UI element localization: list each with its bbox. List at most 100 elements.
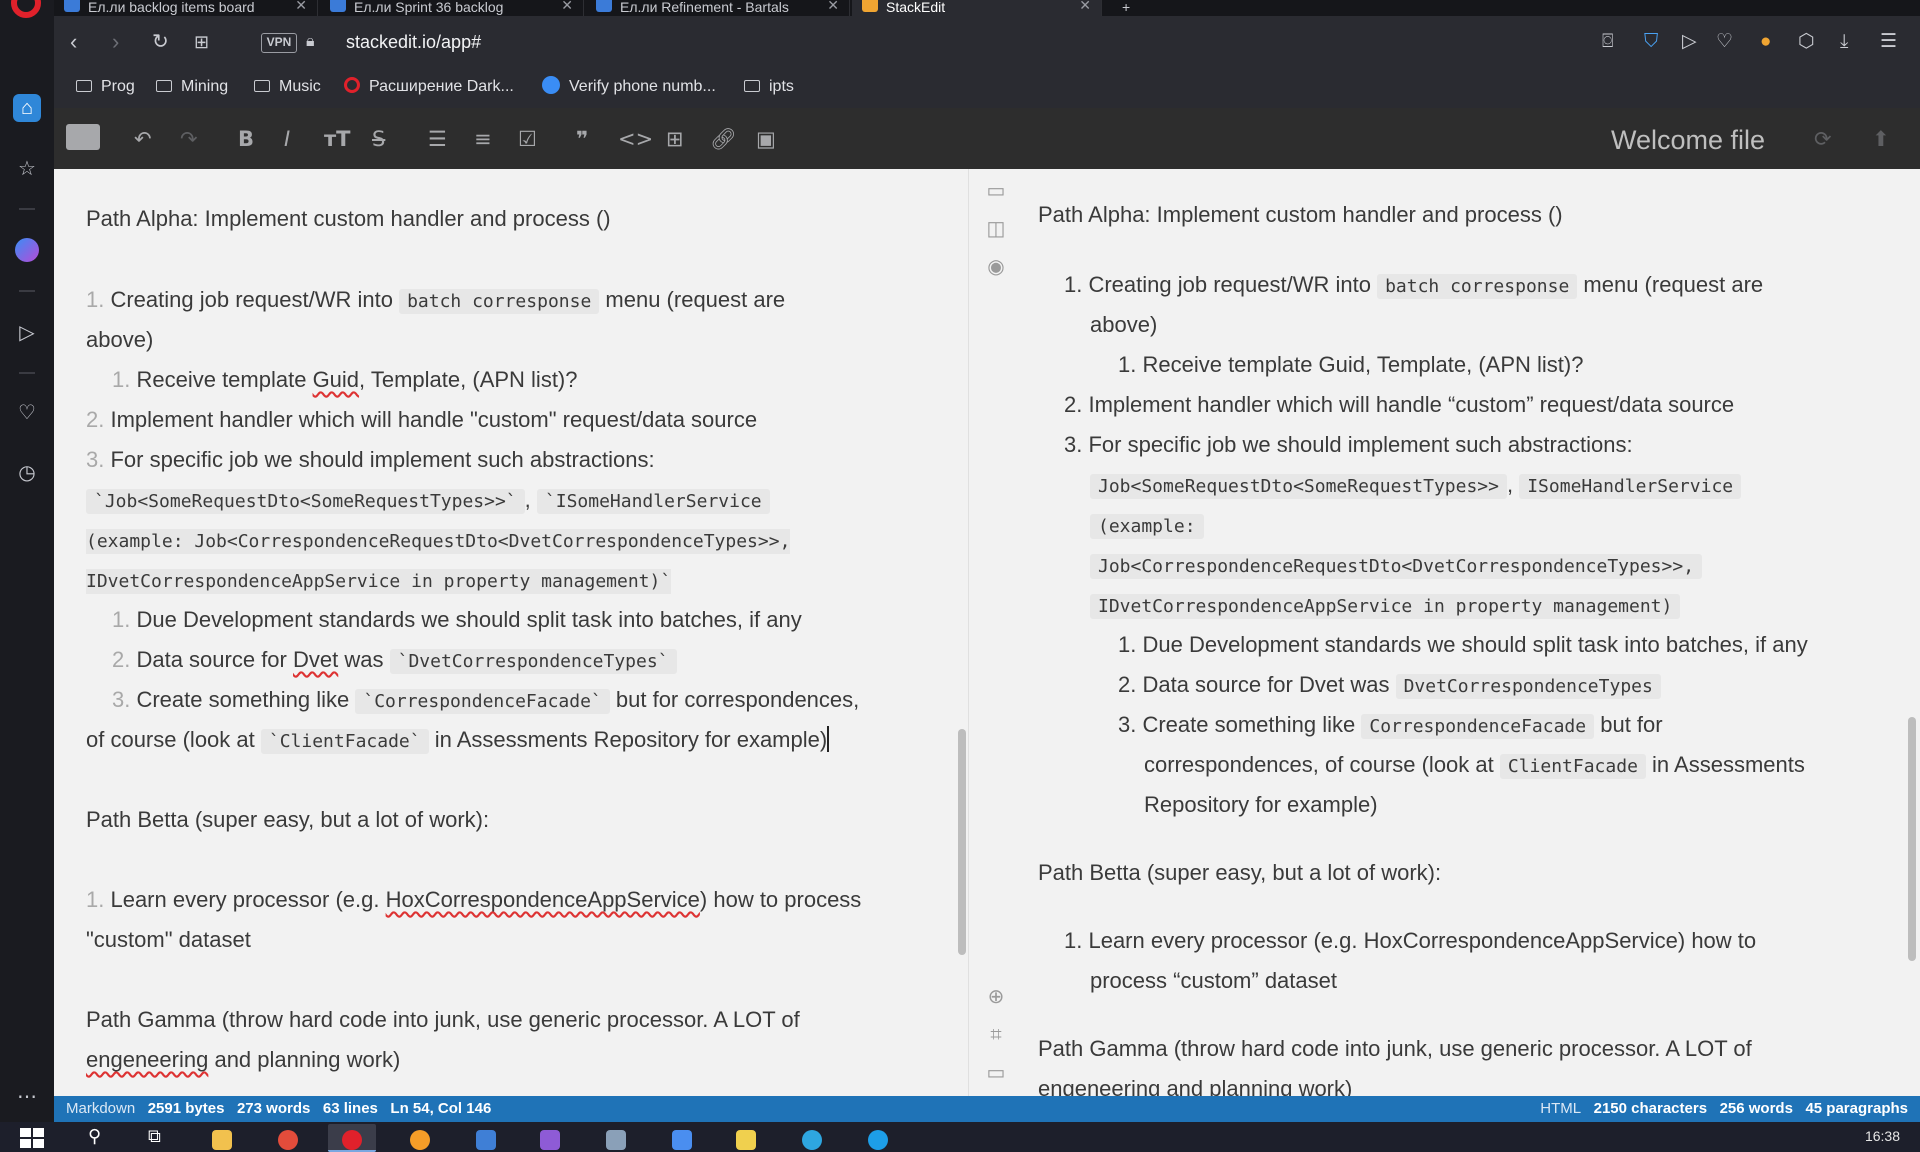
bookmark-prog[interactable]: Prog [76, 76, 135, 98]
folder-icon [76, 80, 92, 92]
tab-favicon-icon [596, 0, 612, 12]
strikethrough-icon[interactable]: S [372, 126, 385, 152]
search-icon[interactable]: ⚲ [88, 1126, 101, 1147]
editor-line: 2. Data source for Dvet was `DvetCorresp… [112, 640, 677, 682]
file-explorer-app[interactable] [198, 1124, 246, 1152]
redo-icon[interactable]: ↷ [180, 126, 198, 152]
visual-studio-app[interactable] [526, 1124, 574, 1152]
editor-line: (example: Job<CorrespondenceRequestDto<D… [86, 529, 791, 554]
preview-line: IDvetCorrespondenceAppService in propert… [1090, 585, 1681, 627]
reload-icon[interactable]: ↻ [152, 30, 169, 54]
stackedit-toolbar: ↶ ↷ B I ᴛT S ☰ ≡ ☑ ❞ <> ⊞ 🔗︎ ▣ Welcome f… [54, 108, 1920, 169]
preview-line: process “custom” dataset [1090, 968, 1337, 993]
bold-icon[interactable]: B [238, 126, 254, 152]
menu-icon[interactable]: ☰ [1880, 30, 1897, 54]
toggle-statusbar-icon[interactable]: ▭ [984, 1061, 1008, 1085]
bookmark-music[interactable]: Music [254, 76, 321, 98]
app-shield[interactable] [462, 1124, 510, 1152]
preview-scrollbar[interactable] [1908, 717, 1916, 961]
opera-logo-icon[interactable] [11, 0, 41, 18]
preview-line: 2. Data source for Dvet was DvetCorrespo… [1118, 665, 1661, 707]
folder-icon [254, 80, 270, 92]
app-orange[interactable] [396, 1124, 444, 1152]
close-icon[interactable]: ✕ [827, 0, 839, 12]
bookmarks-bar: Prog Mining Music Расширение Dark... Ver… [54, 68, 1920, 108]
star-icon[interactable]: ☆ [13, 154, 41, 182]
ordered-list-icon[interactable]: ≡ [474, 126, 492, 152]
messenger-icon[interactable] [13, 236, 41, 264]
publish-icon[interactable]: ⬆ [1872, 126, 1890, 152]
app-notes[interactable] [722, 1124, 770, 1152]
toggle-navbar-icon[interactable]: ▭ [984, 179, 1008, 203]
lock-icon[interactable]: 🔒︎ [306, 30, 315, 54]
close-icon[interactable]: ✕ [295, 0, 307, 12]
scroll-sync-icon[interactable]: ⊕ [984, 985, 1008, 1009]
preview-eye-icon[interactable]: ◉ [984, 255, 1008, 279]
back-icon[interactable]: ‹ [70, 30, 77, 54]
toggle-toc-icon[interactable]: ⌗ [984, 1023, 1008, 1047]
bulb-icon[interactable]: ● [1760, 30, 1771, 54]
skype-app[interactable] [854, 1124, 902, 1152]
markdown-editor[interactable]: Path Alpha: Implement custom handler and… [54, 169, 968, 1096]
tab-favicon-icon [862, 0, 878, 12]
camera-icon[interactable]: ⌼ [1602, 30, 1613, 54]
opera-app[interactable] [328, 1124, 376, 1152]
preview-line: 1. Learn every processor (e.g. HoxCorres… [1064, 928, 1757, 953]
url-field[interactable]: stackedit.io/app# [346, 30, 481, 54]
tab-grid-icon[interactable]: ⊞ [194, 30, 209, 54]
close-icon[interactable]: ✕ [1079, 0, 1091, 12]
app-chat[interactable] [658, 1124, 706, 1152]
code-icon[interactable]: <> [618, 126, 653, 152]
home-icon[interactable]: ⌂ [13, 94, 41, 122]
file-title[interactable]: Welcome file [1611, 123, 1765, 157]
undo-icon[interactable]: ↶ [134, 126, 152, 152]
shield-icon[interactable]: ⛉ [1644, 30, 1658, 54]
opera-icon [344, 77, 360, 93]
chrome-app[interactable] [264, 1124, 312, 1152]
tab-stackedit[interactable]: StackEdit ✕ [852, 0, 1102, 16]
editor-scrollbar[interactable] [958, 729, 966, 955]
image-icon[interactable]: ▣ [756, 126, 776, 152]
table-icon[interactable]: ⊞ [666, 126, 684, 152]
task-view-icon[interactable]: ⧉ [148, 1126, 161, 1147]
tab-backlog-board[interactable]: Ел.ли backlog items board ✕ [54, 0, 318, 16]
bookmark-verify-phone[interactable]: Verify phone numb... [542, 76, 716, 98]
quote-icon[interactable]: ❞ [576, 126, 588, 152]
tab-sprint-backlog[interactable]: Ел.ли Sprint 36 backlog ✕ [320, 0, 584, 16]
new-tab-button[interactable]: + [1114, 0, 1144, 16]
bookmark-ipts[interactable]: ipts [744, 76, 794, 98]
preview-line: engeneering and planning work) [1038, 1076, 1353, 1096]
close-icon[interactable]: ✕ [561, 0, 573, 12]
unordered-list-icon[interactable]: ☰ [428, 126, 447, 152]
send-icon[interactable]: ▷ [1682, 30, 1697, 54]
forward-icon[interactable]: › [112, 30, 119, 54]
more-icon[interactable]: ⋯ [13, 1082, 41, 1110]
heading-icon[interactable]: ᴛT [324, 126, 351, 152]
link-icon[interactable]: 🔗︎ [710, 126, 737, 152]
vpn-badge[interactable]: VPN [261, 33, 297, 53]
italic-icon[interactable]: I [284, 126, 290, 152]
status-bar: Markdown 2591 bytes 273 words 63 lines L… [54, 1096, 1920, 1122]
windows-start-icon[interactable] [20, 1128, 44, 1148]
toggle-side-preview-icon[interactable]: ◫ [984, 217, 1008, 241]
download-icon[interactable]: ⤓ [1840, 30, 1848, 54]
bookmark-mining[interactable]: Mining [156, 76, 228, 98]
checklist-icon[interactable]: ☑ [518, 126, 537, 152]
telegram-app[interactable] [788, 1124, 836, 1152]
player-icon[interactable]: ▷ [13, 318, 41, 346]
sync-icon[interactable]: ⟳ [1814, 126, 1832, 152]
heart-icon[interactable]: ♡ [1716, 30, 1733, 54]
sidebar-divider [19, 208, 35, 210]
address-bar: ‹ › ↻ ⊞ VPN 🔒︎ stackedit.io/app# ⌼ ⛉ ▷ ♡… [54, 16, 1920, 68]
clock[interactable]: 16:38 [1865, 1126, 1900, 1146]
history-icon[interactable]: ◷ [13, 458, 41, 486]
folder-icon[interactable] [66, 124, 100, 150]
app-editor[interactable] [592, 1124, 640, 1152]
editor-line: engeneering and planning work) [86, 1047, 401, 1072]
heart-icon[interactable]: ♡ [13, 398, 41, 426]
cube-icon[interactable]: ⬡ [1798, 30, 1815, 54]
bookmark-dark-extension[interactable]: Расширение Dark... [344, 76, 514, 98]
opera-sidebar: ⌂ ☆ ▷ ♡ ◷ ⋯ [0, 0, 54, 1122]
tab-refinement[interactable]: Ел.ли Refinement - Bartals ✕ [586, 0, 850, 16]
editor-line: 1. Due Development standards we should s… [112, 607, 802, 632]
